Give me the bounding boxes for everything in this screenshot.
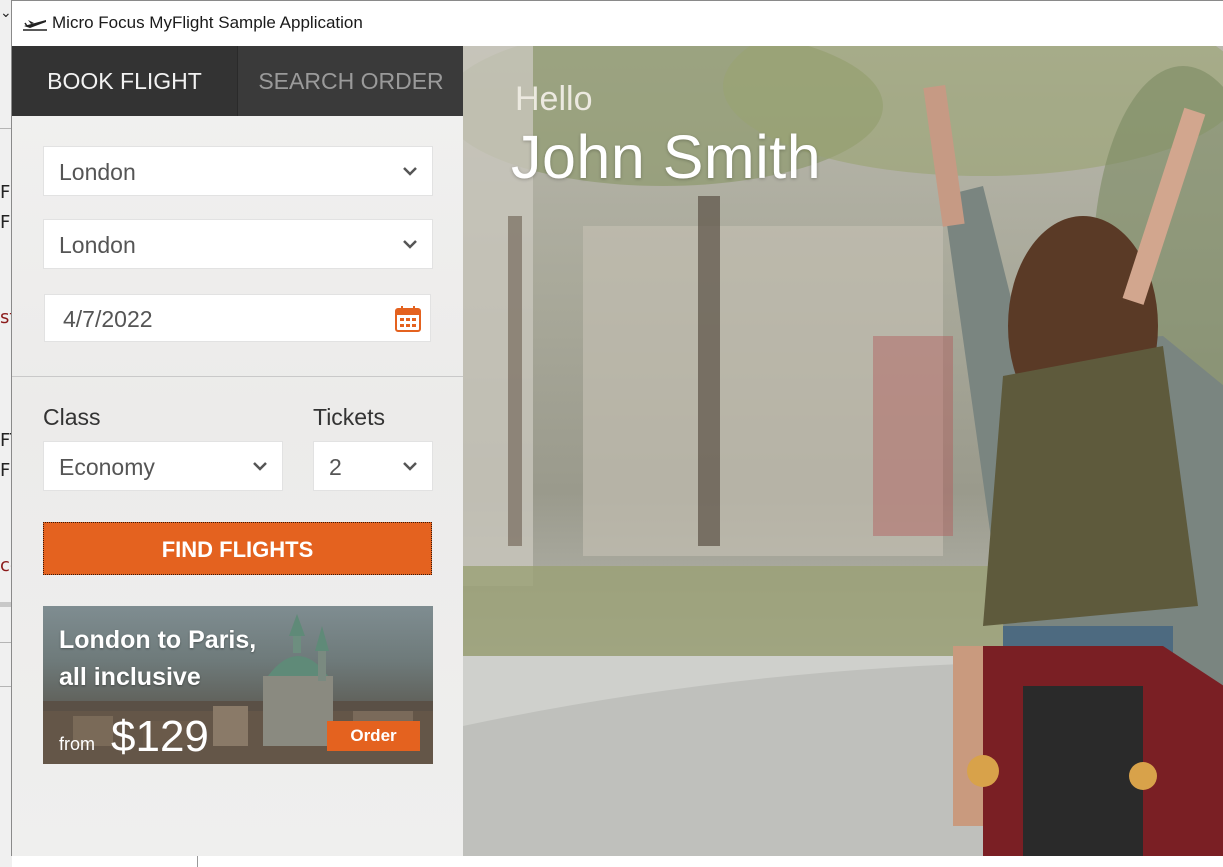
greeting-hello: Hello [515, 80, 593, 118]
tickets-value: 2 [329, 454, 342, 480]
hero-image: Hello John Smith [463, 46, 1223, 856]
promo-title-line2: all inclusive [59, 663, 201, 691]
find-flights-button[interactable]: FIND FLIGHTS [43, 522, 432, 575]
window-title: Micro Focus MyFlight Sample Application [52, 13, 363, 32]
promo-title: London to Paris, all inclusive [59, 622, 319, 696]
tickets-label: Tickets [313, 404, 385, 430]
promo-banner[interactable]: London to Paris, all inclusive from $129… [43, 606, 433, 764]
tab-search-order[interactable]: SEARCH ORDER [237, 46, 464, 116]
departure-date-field[interactable]: 4/7/2022 [44, 294, 431, 342]
tab-book-flight[interactable]: BOOK FLIGHT [12, 46, 237, 116]
background-divider [197, 855, 198, 867]
departure-date-value: 4/7/2022 [63, 306, 153, 332]
user-name: John Smith [511, 123, 822, 191]
booking-panel: BOOK FLIGHT SEARCH ORDER London London 4… [12, 46, 464, 856]
background-chevron: ⌄ [0, 5, 12, 21]
promo-price: $129 [111, 712, 209, 761]
from-city-select[interactable]: London [43, 146, 433, 196]
promo-from-label: from [59, 734, 95, 754]
chevron-down-icon [253, 462, 267, 471]
tickets-select[interactable]: 2 [313, 441, 433, 491]
calendar-icon[interactable] [394, 305, 422, 333]
airplane-icon [23, 20, 47, 31]
title-bar: Micro Focus MyFlight Sample Application [12, 1, 1223, 46]
class-select[interactable]: Economy [43, 441, 283, 491]
background-window-bottom [12, 855, 1223, 867]
chevron-down-icon [403, 462, 417, 471]
to-city-value: London [59, 232, 136, 258]
order-button[interactable]: Order [327, 721, 420, 751]
class-label: Class [43, 404, 101, 430]
form-divider [12, 376, 463, 377]
promo-title-line1: London to Paris, [59, 626, 257, 654]
from-city-value: London [59, 159, 136, 185]
class-value: Economy [59, 454, 155, 480]
chevron-down-icon [403, 167, 417, 176]
tab-bar: BOOK FLIGHT SEARCH ORDER [12, 46, 464, 116]
chevron-down-icon [403, 240, 417, 249]
to-city-select[interactable]: London [43, 219, 433, 269]
app-window: Micro Focus MyFlight Sample Application … [11, 0, 1223, 856]
